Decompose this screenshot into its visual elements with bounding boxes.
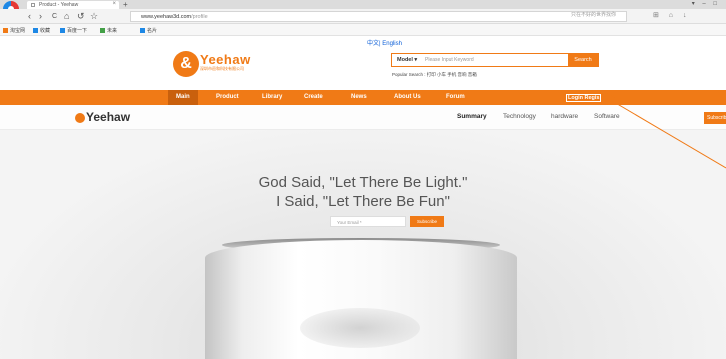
browser-tab-bar: Product - Yeehaw × + ▾ – □ — [0, 0, 726, 9]
hero-headline-2: I Said, "Let There Be Fun" — [276, 193, 450, 210]
tab-close-icon[interactable]: × — [112, 1, 116, 7]
nav-item-library[interactable]: Library — [262, 90, 282, 105]
brand-name[interactable]: Yeehaw — [200, 52, 251, 67]
history-icon[interactable]: ↺ — [77, 11, 85, 22]
login-register-link[interactable]: Login Regis — [566, 94, 602, 102]
nav-item-news[interactable]: News — [351, 90, 367, 105]
browser-search-hint[interactable]: 只在不好的世界找你 — [571, 11, 616, 18]
browser-tab[interactable]: Product - Yeehaw × — [27, 1, 119, 9]
hero-headline-1: God Said, "Let There Be Light." — [258, 174, 468, 191]
back-icon[interactable]: ‹ — [28, 11, 31, 22]
popular-search[interactable]: Popular Search : 打印 小车 手机 音响 音箱 — [392, 72, 477, 78]
tab-title: Product - Yeehaw — [39, 2, 79, 8]
page-favicon-icon — [31, 3, 35, 7]
sub-nav-brand[interactable]: Yeehaw — [86, 110, 130, 124]
bookmark-item[interactable]: 收藏 — [33, 27, 50, 34]
hero-section: God Said, "Let There Be Light." I Said, … — [0, 130, 726, 359]
bookmark-icon — [33, 28, 38, 33]
bookmark-icon — [60, 28, 65, 33]
nav-item-about-us[interactable]: About Us — [394, 90, 421, 105]
bookmark-icon — [3, 28, 8, 33]
yeehaw-small-logo-icon[interactable] — [75, 113, 85, 123]
browser-toolbar-icons[interactable]: ⊞ ⌂ ↓ — [653, 11, 690, 19]
bookmark-label: 名片 — [147, 28, 158, 34]
subscribe-tab-button[interactable]: Subscribe — [704, 112, 726, 124]
url-host: www.yeehaw3d.com — [141, 14, 192, 20]
search-input[interactable]: Please Input Keyword — [425, 57, 474, 63]
forward-icon[interactable]: › — [39, 11, 42, 22]
language-switch[interactable]: 中文| English — [367, 38, 402, 47]
email-input[interactable]: Your Email * — [330, 216, 406, 227]
bookmark-label: 淘宝网 — [10, 28, 26, 34]
search-category-label: Model — [397, 57, 413, 63]
bookmark-label: 收藏 — [40, 28, 51, 34]
subscribe-button[interactable]: Subscribe — [410, 216, 444, 227]
brand-subtitle: 深圳市邑和科技有限公司 — [200, 66, 244, 71]
main-nav: Main Product Library Create News About U… — [0, 90, 726, 105]
bookmark-item[interactable]: 淘宝网 — [3, 27, 25, 34]
bookmark-star-icon[interactable]: ☆ — [90, 11, 98, 22]
address-bar: ‹ › C ⌂ ↺ ☆ www.yeehaw3d.com/profile — [0, 9, 726, 24]
nav-item-product[interactable]: Product — [216, 90, 239, 105]
url-field[interactable]: www.yeehaw3d.com/profile — [130, 11, 627, 22]
reload-icon[interactable]: C — [52, 11, 57, 22]
bookmark-icon — [140, 28, 145, 33]
home-icon[interactable]: ⌂ — [64, 11, 69, 22]
sub-nav-hardware[interactable]: hardware — [551, 113, 578, 120]
site-search: Model ▾ Please Input Keyword Search — [391, 53, 599, 67]
sub-nav-technology[interactable]: Technology — [503, 113, 536, 120]
product-sub-nav: Yeehaw Summary Technology hardware Softw… — [0, 105, 726, 130]
product-device-glow — [300, 308, 420, 348]
nav-item-create[interactable]: Create — [304, 90, 323, 105]
bookmark-label: 未来 — [107, 28, 118, 34]
search-category-select[interactable]: Model ▾ — [397, 57, 417, 63]
window-controls[interactable]: ▾ – □ — [692, 0, 720, 7]
nav-item-main[interactable]: Main — [168, 90, 198, 105]
search-button[interactable]: Search — [568, 54, 598, 66]
sub-nav-summary[interactable]: Summary — [457, 113, 487, 120]
nav-item-forum[interactable]: Forum — [446, 90, 465, 105]
new-tab-button[interactable]: + — [123, 0, 128, 9]
bookmark-item[interactable]: 名片 — [140, 27, 157, 34]
bookmark-label: 百度一下 — [67, 28, 88, 34]
yeehaw-logo-icon[interactable]: & — [173, 51, 199, 77]
bookmarks-bar: 淘宝网 收藏 百度一下 未来 名片 — [0, 24, 726, 36]
bookmark-icon — [100, 28, 105, 33]
bookmark-item[interactable]: 未来 — [100, 27, 117, 34]
bookmark-item[interactable]: 百度一下 — [60, 27, 87, 34]
sub-nav-software[interactable]: Software — [594, 113, 620, 120]
url-path: /profile — [191, 14, 208, 20]
